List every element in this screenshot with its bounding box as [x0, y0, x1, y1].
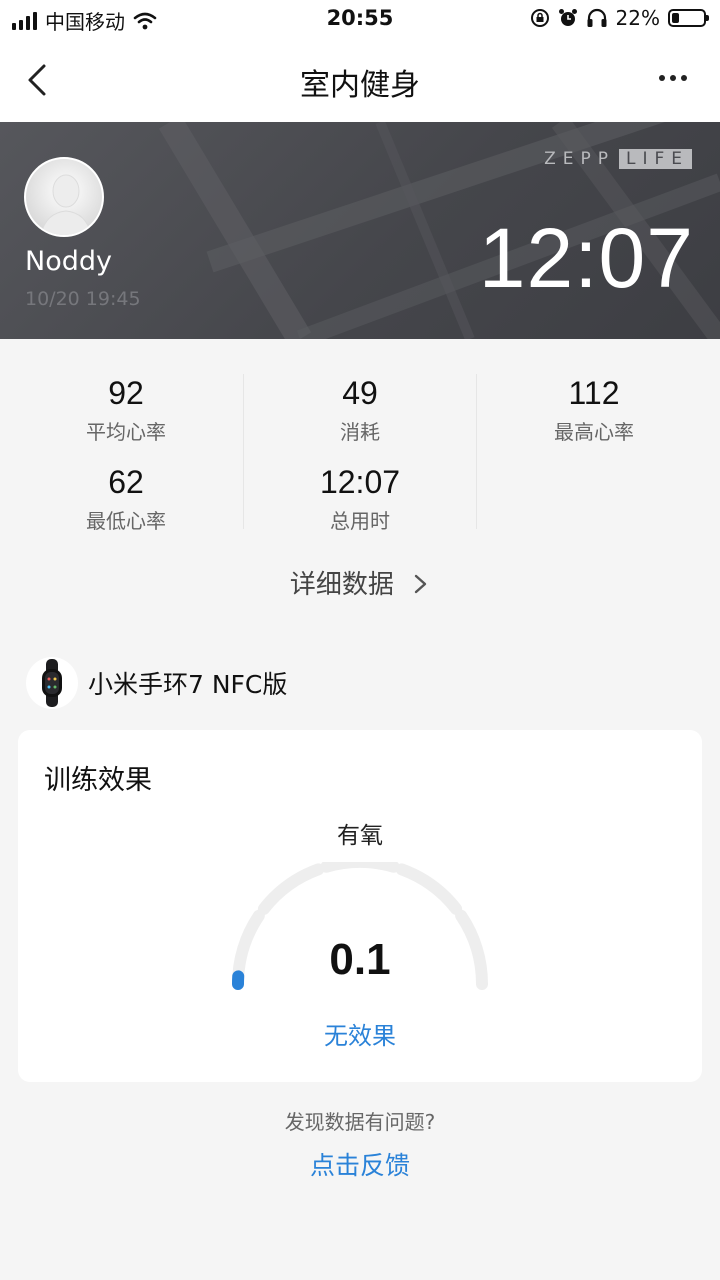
battery-percent: 22% — [615, 6, 660, 30]
stat-value: 49 — [342, 375, 378, 411]
workout-date: 10/20 19:45 — [25, 288, 141, 310]
stat-total-time: 12:07 总用时 — [240, 464, 480, 534]
chevron-left-icon[interactable] — [22, 58, 62, 102]
stat-label: 平均心率 — [86, 420, 166, 444]
stats-divider — [476, 374, 477, 529]
logo-text-zepp: ZEPP — [544, 149, 615, 169]
workout-hero: Noddy 10/20 19:45 ZEPP LIFE 12:07 — [0, 122, 720, 339]
stat-value: 92 — [108, 375, 144, 411]
stat-avg-heart-rate: 92 平均心率 — [6, 375, 246, 445]
chevron-right-icon — [414, 574, 427, 594]
alarm-icon — [558, 9, 577, 26]
stat-value: 62 — [108, 464, 144, 500]
stat-min-heart-rate: 62 最低心率 — [6, 464, 246, 534]
more-dots-icon[interactable] — [656, 68, 696, 92]
stats-grid: 92 平均心率 49 消耗 112 最高心率 62 最低心率 12:07 总用时 — [0, 339, 720, 539]
logo-text-life: LIFE — [618, 149, 692, 169]
workout-duration: 12:07 — [478, 211, 694, 305]
band-icon — [26, 657, 78, 709]
feedback-link[interactable]: 点击反馈 — [0, 1146, 720, 1182]
stat-label: 最低心率 — [86, 509, 166, 533]
gauge-segment — [320, 862, 400, 873]
detail-data-link[interactable]: 详细数据 — [0, 564, 720, 601]
zepp-life-logo: ZEPP LIFE — [544, 148, 692, 170]
stat-label: 总用时 — [330, 509, 390, 533]
battery-icon — [668, 9, 709, 27]
gauge-segment — [257, 863, 325, 915]
user-name: Noddy — [25, 246, 112, 277]
stat-label: 最高心率 — [554, 420, 634, 444]
device-name: 小米手环7 NFC版 — [88, 670, 288, 699]
orientation-lock-icon — [530, 9, 549, 27]
stat-label: 消耗 — [340, 420, 380, 444]
status-right: 22% — [530, 6, 709, 30]
avatar[interactable] — [24, 157, 104, 237]
stat-value: 112 — [568, 375, 620, 411]
page-title: 室内健身 — [300, 68, 420, 103]
status-bar: 中国移动 20:55 22% — [0, 0, 720, 38]
stat-max-heart-rate: 112 最高心率 — [474, 375, 714, 445]
effect-type: 有氧 — [337, 823, 383, 849]
stats-divider — [243, 374, 244, 529]
battery-fill — [672, 13, 679, 23]
stat-value: 12:07 — [319, 464, 401, 500]
stat-calories: 49 消耗 — [240, 375, 480, 445]
gauge-segment — [395, 863, 463, 915]
nav-bar: 室内健身 — [0, 38, 720, 122]
feedback-question: 发现数据有问题? — [284, 1110, 436, 1134]
detail-data-label: 详细数据 — [289, 570, 394, 600]
device-row[interactable]: 小米手环7 NFC版 — [26, 657, 287, 709]
gauge-level: 无效果 — [324, 1022, 396, 1050]
headphones-icon — [587, 8, 607, 27]
card-title: 训练效果 — [44, 765, 152, 796]
training-effect-card: 训练效果 有氧 0.1 无效果 — [18, 730, 702, 1082]
gauge-value: 0.1 — [329, 935, 391, 984]
